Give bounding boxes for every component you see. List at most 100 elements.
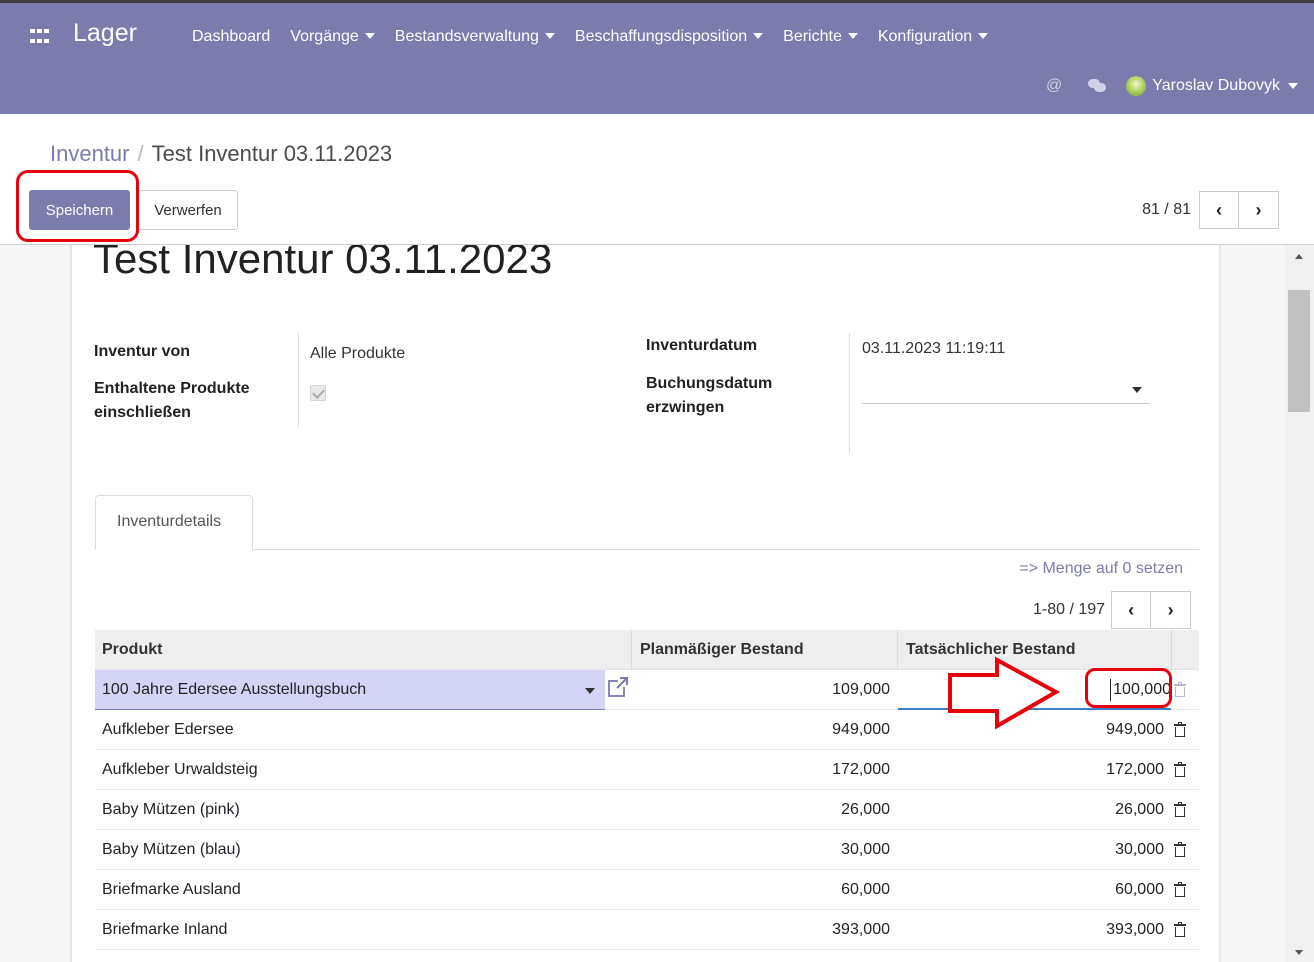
chevron-down-icon [847,32,858,39]
product-select-field[interactable]: 100 Jahre Edersee Ausstellungsbuch [95,670,605,710]
vertical-scrollbar[interactable] [1285,245,1314,962]
menu-dashboard[interactable]: Dashboard [192,28,270,46]
field-divider [298,333,299,427]
trash-icon[interactable] [1174,842,1186,857]
chevron-down-icon [364,32,375,39]
chevron-right-icon: › [1255,199,1262,220]
trash-icon[interactable] [1174,762,1186,777]
menu-operations[interactable]: Vorgänge [290,28,375,46]
actual-qty[interactable]: 30,000 [1115,830,1164,870]
app-brand[interactable]: Lager [73,19,137,48]
inventory-of-value[interactable]: Alle Produkte [310,345,405,363]
menu-procurement[interactable]: Beschaffungsdisposition [575,28,764,46]
breadcrumb-current: Test Inventur 03.11.2023 [151,141,393,166]
force-date-label-line1: Buchungsdatum [646,375,773,392]
chevron-down-icon [544,32,555,39]
planned-qty: 60,000 [841,881,890,898]
trash-icon[interactable] [1174,802,1186,817]
trash-icon[interactable] [1174,882,1186,897]
chevron-left-icon: ‹ [1128,599,1135,620]
main-navbar: Lager Dashboard Vorgänge Bestandsverwalt… [0,0,1314,114]
pager-previous-button[interactable]: ‹ [1199,191,1239,229]
table-row[interactable]: Aufkleber Urwaldsteig 172,000 172,000 [95,750,1199,790]
actual-qty[interactable]: 60,000 [1115,870,1164,910]
scrollbar-thumb[interactable] [1288,290,1310,412]
actual-qty[interactable]: 949,000 [1106,710,1164,750]
product-name: Briefmarke Ausland [102,881,241,898]
record-pager: 81 / 81 ‹ › [1142,191,1279,229]
tab-inventory-details[interactable]: Inventurdetails [95,495,253,550]
chevron-right-icon: › [1167,599,1174,620]
record-title: Test Inventur 03.11.2023 [93,245,553,282]
actual-qty[interactable]: 393,000 [1106,910,1164,950]
inventory-of-label: Inventur von [94,343,191,360]
discard-button[interactable]: Verwerfen [138,190,238,230]
inventory-date-value[interactable]: 03.11.2023 11:19:11 [862,340,1005,358]
planned-qty: 393,000 [832,921,890,938]
actual-qty[interactable]: 172,000 [1106,750,1164,790]
save-highlight-annotation [16,170,139,242]
column-divider [1171,630,1172,670]
product-name: Aufkleber Edersee [102,721,234,738]
chat-icon[interactable] [1088,79,1107,93]
lines-pager: 1-80 / 197 ‹ › [1033,591,1192,629]
table-row[interactable]: Baby Mützen (blau) 30,000 30,000 [95,830,1199,870]
inventory-date-label: Inventurdatum [646,337,758,354]
breadcrumb: Inventur / Test Inventur 03.11.2023 [50,141,392,167]
force-date-label: Buchungsdatum erzwingen [646,372,772,420]
column-header-product[interactable]: Produkt [102,630,162,670]
scroll-down-icon[interactable] [1295,950,1303,955]
column-divider [631,630,632,670]
actual-qty[interactable]: 26,000 [1115,790,1164,830]
external-link-icon[interactable] [607,676,629,698]
include-products-label: Enthaltene Produkte einschließen [94,377,250,425]
chevron-down-icon [978,32,989,39]
force-date-select[interactable] [862,378,1150,404]
planned-qty: 949,000 [832,721,890,738]
input-highlight-annotation [1085,668,1172,708]
menu-inventory-control[interactable]: Bestandsverwaltung [395,28,555,46]
apps-menu-icon[interactable] [30,29,50,46]
table-row[interactable]: Baby Mützen (pink) 26,000 26,000 [95,790,1199,830]
lines-pager-previous-button[interactable]: ‹ [1111,591,1152,629]
chevron-down-icon [1132,387,1142,393]
breadcrumb-separator: / [137,141,144,166]
product-name: Baby Mützen (pink) [102,801,240,818]
lines-pager-value[interactable]: 1-80 / 197 [1033,601,1105,619]
trash-icon[interactable] [1174,722,1186,737]
include-products-checkbox[interactable] [310,385,326,401]
planned-qty: 172,000 [832,761,890,778]
systray: @ Yaroslav Dubovyk [1046,76,1298,96]
table-row[interactable]: Briefmarke Ausland 60,000 60,000 [95,870,1199,910]
column-header-planned[interactable]: Planmäßiger Bestand [640,630,804,670]
scroll-up-icon[interactable] [1295,254,1303,259]
product-name: Aufkleber Urwaldsteig [102,761,258,778]
include-products-label-line1: Enthaltene Produkte [94,380,250,397]
pager-next-button[interactable]: › [1239,191,1279,229]
field-divider [849,333,850,453]
chevron-left-icon: ‹ [1216,199,1222,220]
include-products-label-line2: einschließen [94,404,191,421]
menu-reports[interactable]: Berichte [783,28,858,46]
lines-pager-next-button[interactable]: › [1151,591,1192,629]
mentions-icon[interactable]: @ [1046,77,1062,95]
breadcrumb-parent-link[interactable]: Inventur [50,141,130,166]
planned-qty: 26,000 [841,801,890,818]
force-date-label-line2: erzwingen [646,399,725,416]
menu-configuration[interactable]: Konfiguration [878,28,989,46]
chevron-down-icon [753,32,764,39]
main-menu: Dashboard Vorgänge Bestandsverwaltung Be… [192,28,1008,46]
product-select-value: 100 Jahre Edersee Ausstellungsbuch [102,681,367,698]
chevron-down-icon [585,688,595,694]
pager-value[interactable]: 81 / 81 [1142,201,1191,219]
product-name: Baby Mützen (blau) [102,841,241,858]
user-menu[interactable]: Yaroslav Dubovyk [1152,77,1280,95]
trash-icon[interactable] [1174,682,1186,697]
product-name: Briefmarke Inland [102,921,228,938]
chevron-down-icon[interactable] [1288,83,1298,89]
set-quantity-zero-link[interactable]: => Menge auf 0 setzen [1019,560,1183,578]
planned-qty: 30,000 [841,841,890,858]
avatar[interactable] [1126,76,1147,96]
table-row[interactable]: Briefmarke Inland 393,000 393,000 [95,910,1199,950]
trash-icon[interactable] [1174,922,1186,937]
